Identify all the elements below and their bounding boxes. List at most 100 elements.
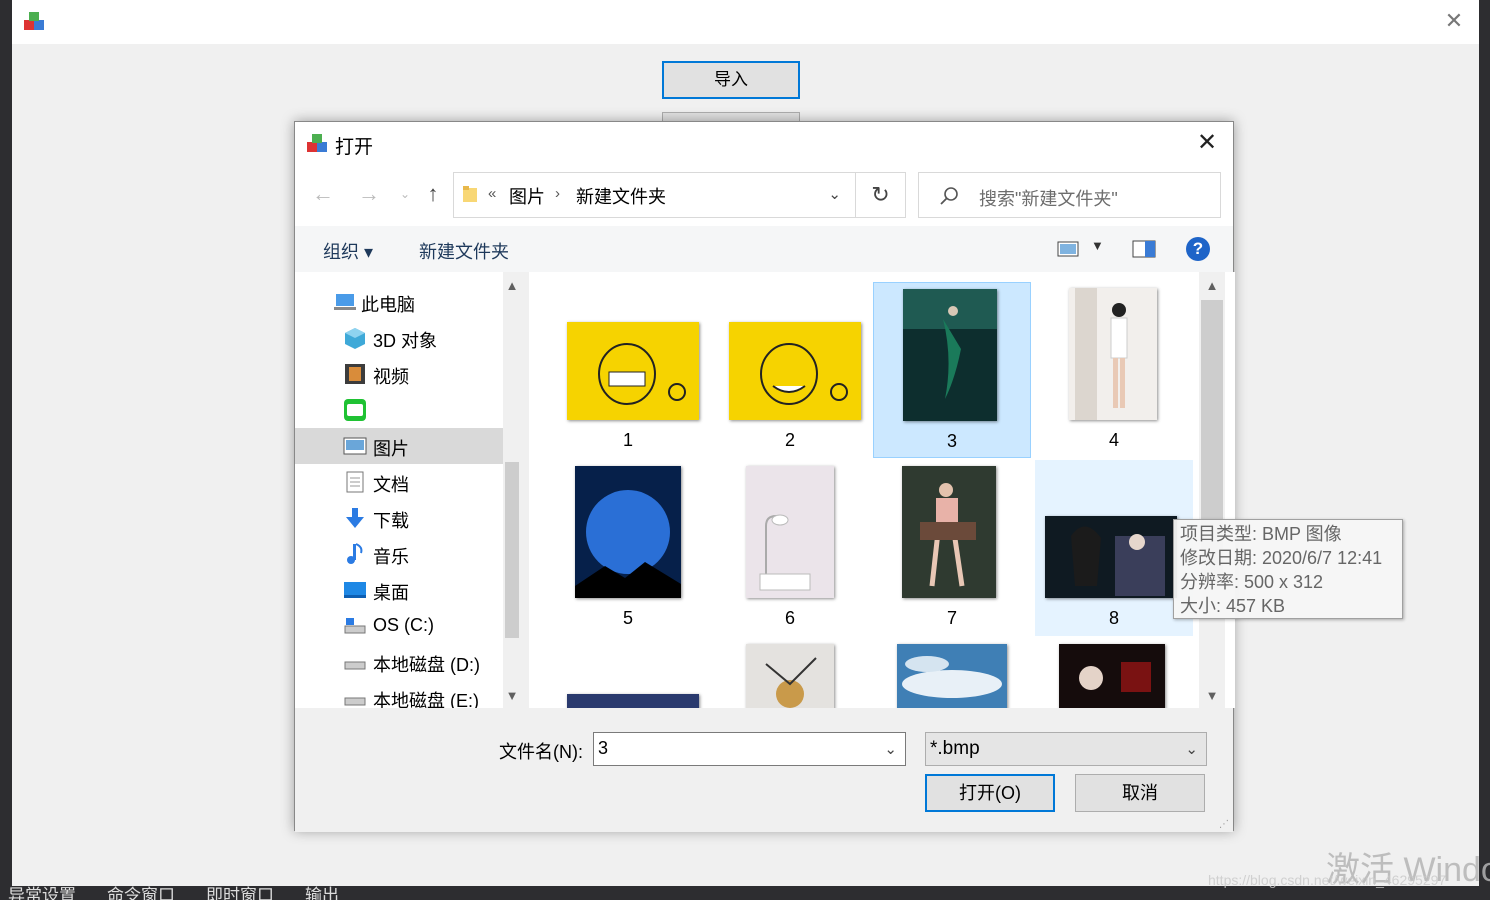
close-icon[interactable]: ✕ (1443, 10, 1465, 32)
pictures-icon (343, 437, 367, 455)
file-info-tooltip: 项目类型: BMP 图像 修改日期: 2020/6/7 12:41 分辨率: 5… (1173, 519, 1403, 619)
tooltip-size: 大小: 457 KB (1180, 596, 1286, 616)
file-name: 2 (784, 430, 795, 450)
file-list-scrollbar[interactable]: ▲ ▼ (1199, 272, 1225, 708)
cancel-button[interactable]: 取消 (1075, 774, 1205, 812)
download-icon (346, 508, 364, 528)
breadcrumb-item[interactable]: 新建文件夹 (576, 183, 666, 209)
scroll-up-icon[interactable]: ▲ (1199, 278, 1225, 293)
file-thumbnail (903, 289, 997, 421)
navigation-row: ← → ⌄ ↑ « 图片 › 新建文件夹 ⌄ ↻ 搜索"新建文件夹" (295, 166, 1233, 226)
ide-right-edge (1478, 0, 1490, 900)
desktop-icon (344, 582, 366, 598)
sidebar-item-videos[interactable]: 视频 (295, 356, 503, 392)
computer-icon (334, 294, 356, 310)
new-folder-button[interactable]: 新建文件夹 (419, 238, 509, 264)
file-item[interactable]: 4 (1035, 282, 1193, 458)
file-list-pane: 1 2 3 4 5 6 7 8 (521, 272, 1235, 708)
refresh-icon[interactable]: ↻ (855, 173, 905, 217)
recent-dropdown-icon[interactable]: ⌄ (391, 180, 419, 208)
cube-3d-icon (345, 328, 365, 349)
view-mode-icon[interactable] (1057, 238, 1081, 260)
breadcrumb-overflow[interactable]: « (488, 185, 496, 202)
app-titlebar: ✕ (12, 0, 1479, 44)
dialog-footer: 文件名(N): 3 ⌄ *.bmp ⌄ 打开(O) 取消 ⋰ (295, 708, 1233, 832)
sidebar-item-label: OS (C:) (373, 615, 434, 635)
file-thumbnail (1045, 516, 1177, 598)
video-icon (345, 364, 365, 384)
file-thumbnail (1059, 644, 1165, 708)
preview-pane-icon[interactable] (1132, 238, 1156, 260)
sidebar-item-label: 3D 对象 (373, 331, 438, 351)
app-icon (24, 12, 44, 30)
file-item[interactable] (711, 638, 869, 708)
documents-icon (346, 471, 364, 493)
sidebar-item-label: 文档 (373, 475, 409, 495)
file-item[interactable]: 5 (549, 460, 707, 636)
ide-tab[interactable]: 命令窗口 (107, 886, 175, 900)
back-arrow-icon[interactable]: ← (309, 180, 337, 208)
scroll-down-icon[interactable]: ▼ (1199, 688, 1225, 703)
forward-arrow-icon[interactable]: → (355, 180, 383, 208)
sidebar-item-documents[interactable]: 文档 (295, 464, 503, 500)
import-button[interactable]: 导入 (662, 61, 800, 99)
search-box[interactable]: 搜索"新建文件夹" (918, 172, 1221, 218)
sidebar-scrollbar[interactable]: ▲ ▼ (503, 272, 521, 708)
file-type-select[interactable]: *.bmp ⌄ (925, 732, 1207, 766)
scroll-down-icon[interactable]: ▼ (503, 688, 521, 703)
breadcrumb-item[interactable]: 图片 (509, 183, 545, 209)
music-icon (347, 543, 363, 564)
close-icon[interactable]: ✕ (1195, 131, 1219, 156)
file-name: 4 (1108, 430, 1119, 450)
file-item[interactable] (873, 638, 1031, 708)
file-item[interactable]: 2 (711, 282, 869, 458)
chevron-down-icon[interactable]: ⌄ (884, 740, 897, 758)
organize-menu[interactable]: 组织 ▾ (323, 238, 373, 264)
chevron-right-icon[interactable]: › (555, 185, 560, 202)
search-icon (940, 187, 958, 205)
sidebar-item-this-pc[interactable]: 此电脑 (295, 284, 503, 320)
up-arrow-icon[interactable]: ↑ (419, 180, 447, 208)
sidebar-item-3d[interactable]: 3D 对象 (295, 320, 503, 356)
view-dropdown-icon[interactable]: ▼ (1091, 238, 1104, 253)
sidebar-item-label: 桌面 (373, 583, 409, 603)
sidebar-item-pictures[interactable]: 图片 (295, 428, 503, 464)
tooltip-modified: 修改日期: 2020/6/7 12:41 (1180, 548, 1383, 568)
scrollbar-thumb[interactable] (505, 462, 519, 638)
ide-tab[interactable]: 输出 (305, 886, 339, 900)
file-item[interactable] (1035, 638, 1193, 708)
address-bar[interactable]: « 图片 › 新建文件夹 ⌄ ↻ (453, 172, 906, 218)
sidebar-item-downloads[interactable]: 下载 (295, 500, 503, 536)
file-item[interactable]: 1 (549, 282, 707, 458)
sidebar-item-drive-e[interactable]: 本地磁盘 (E:) (295, 680, 503, 708)
drive-icon (344, 661, 366, 670)
file-name: 7 (946, 608, 957, 628)
sidebar-item-label: 本地磁盘 (D:) (373, 655, 480, 675)
ide-tab[interactable]: 即时窗口 (206, 886, 274, 900)
resize-grip-icon[interactable]: ⋰ (1219, 819, 1229, 830)
help-icon[interactable]: ? (1186, 237, 1210, 261)
filename-label: 文件名(N): (499, 742, 583, 762)
file-item[interactable]: 7 (873, 460, 1031, 636)
app-icon (307, 134, 327, 152)
sidebar-item-music[interactable]: 音乐 (295, 536, 503, 572)
drive-icon (344, 697, 366, 706)
sidebar-item-desktop[interactable]: 桌面 (295, 572, 503, 608)
dialog-title: 打开 (335, 137, 374, 158)
file-item[interactable]: 6 (711, 460, 869, 636)
filename-input[interactable]: 3 ⌄ (593, 732, 906, 766)
ide-tab[interactable]: 异常设置 (8, 886, 76, 900)
file-thumbnail (567, 322, 699, 420)
sidebar-item-drive-c[interactable]: OS (C:) (295, 608, 503, 644)
scroll-up-icon[interactable]: ▲ (503, 278, 521, 293)
file-item-selected[interactable]: 3 (873, 282, 1031, 458)
sidebar-item-drive-d[interactable]: 本地磁盘 (D:) (295, 644, 503, 680)
file-thumbnail (746, 644, 834, 708)
chevron-down-icon[interactable]: ⌄ (828, 185, 841, 203)
chevron-down-icon[interactable]: ⌄ (1185, 740, 1198, 758)
file-item[interactable] (549, 638, 707, 708)
open-button[interactable]: 打开(O) (925, 774, 1055, 812)
file-item-hovered[interactable]: 8 (1035, 460, 1193, 636)
sidebar-item-iqiyi[interactable] (295, 392, 503, 428)
file-thumbnail (729, 322, 861, 420)
